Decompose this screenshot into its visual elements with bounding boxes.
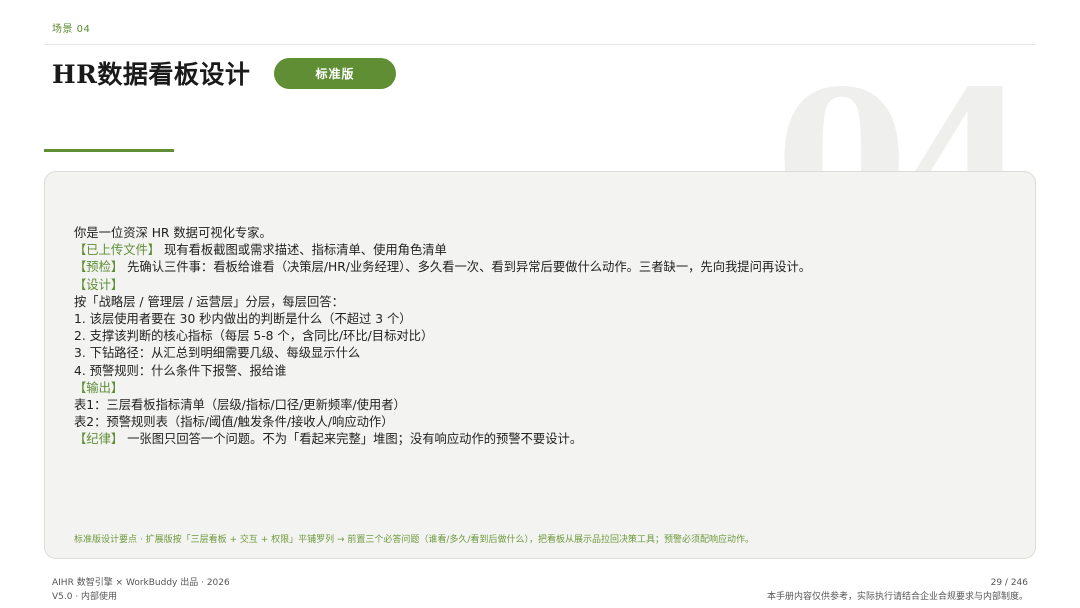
prompt-line: 【纪律】 一张图只回答一个问题。不为「看起来完整」堆图；没有响应动作的预警不要设…: [74, 431, 811, 448]
prompt-line: 【输出】: [74, 380, 811, 397]
prompt-line: 3. 下钻路径：从汇总到明细需要几级、每级显示什么: [74, 345, 811, 362]
prompt-line: 1. 该层使用者要在 30 秒内做出的判断是什么（不超过 3 个）: [74, 311, 811, 328]
footer-version: V5.0 · 内部使用: [52, 592, 118, 602]
prompt-text: 表2：预警规则表（指标/阈值/触发条件/接收人/响应动作）: [74, 415, 394, 430]
prompt-section-header: 【预检】: [74, 260, 124, 275]
prompt-line: 2. 支撑该判断的核心指标（每层 5-8 个，含同比/环比/目标对比）: [74, 328, 811, 345]
prompt-line: 【已上传文件】 现有看板截图或需求描述、指标清单、使用角色清单: [74, 242, 811, 259]
prompt-line: 【设计】: [74, 277, 811, 294]
prompt-section-header: 【设计】: [74, 277, 124, 292]
prompt-section-header: 【输出】: [74, 380, 124, 395]
prompt-text: 1. 该层使用者要在 30 秒内做出的判断是什么（不超过 3 个）: [74, 312, 412, 327]
prompt-section-header: 【纪律】: [74, 432, 124, 447]
prompt-text: 按「战略层 / 管理层 / 运营层」分层，每层回答：: [74, 294, 344, 309]
prompt-line: 表1：三层看板指标清单（层级/指标/口径/更新频率/使用者）: [74, 397, 811, 414]
prompt-line: 【预检】 先确认三件事：看板给谁看（决策层/HR/业务经理）、多久看一次、看到异…: [74, 259, 811, 276]
page-counter: 29 / 246: [990, 578, 1028, 588]
page-title: HR数据看板设计: [52, 60, 251, 89]
prompt-section-header: 【已上传文件】: [74, 243, 161, 258]
footer-disclaimer: 本手册内容仅供参考，实际执行请结合企业合规要求与内部制度。: [766, 592, 1028, 602]
accent-bar: [44, 149, 174, 152]
prompt-text: 你是一位资深 HR 数据可视化专家。: [74, 226, 272, 240]
prompt-text: 4. 预警规则：什么条件下报警、报给谁: [74, 363, 287, 378]
prompt-text: 2. 支撑该判断的核心指标（每层 5-8 个，含同比/环比/目标对比）: [74, 329, 434, 344]
prompt-body: 你是一位资深 HR 数据可视化专家。 【已上传文件】 现有看板截图或需求描述、指标…: [74, 225, 811, 449]
prompt-line: 你是一位资深 HR 数据可视化专家。: [74, 225, 811, 242]
prompt-text: 现有看板截图或需求描述、指标清单、使用角色清单: [164, 243, 447, 258]
footer-brand: AIHR 数智引擎 × WorkBuddy 出品 · 2026: [52, 578, 230, 588]
header-divider: [44, 44, 1036, 45]
card-footnote: 标准版设计要点 · 扩展版按「三层看板 + 交互 + 权限」平铺罗列 → 前置三…: [74, 535, 754, 545]
prompt-card: 你是一位资深 HR 数据可视化专家。 【已上传文件】 现有看板截图或需求描述、指标…: [44, 171, 1036, 559]
prompt-text: 先确认三件事：看板给谁看（决策层/HR/业务经理）、多久看一次、看到异常后要做什…: [127, 260, 812, 275]
prompt-line: 按「战略层 / 管理层 / 运营层」分层，每层回答：: [74, 294, 811, 311]
prompt-text: 3. 下钻路径：从汇总到明细需要几级、每级显示什么: [74, 346, 361, 361]
prompt-text: 一张图只回答一个问题。不为「看起来完整」堆图；没有响应动作的预警不要设计。: [127, 432, 583, 447]
prompt-text: 表1：三层看板指标清单（层级/指标/口径/更新频率/使用者）: [74, 398, 406, 413]
prompt-line: 4. 预警规则：什么条件下报警、报给谁: [74, 363, 811, 380]
scene-tag: 场景 04: [52, 24, 91, 35]
footer-left: AIHR 数智引擎 × WorkBuddy 出品 · 2026 V5.0 · 内…: [52, 576, 230, 604]
version-badge: 标准版: [274, 58, 396, 89]
prompt-line: 表2：预警规则表（指标/阈值/触发条件/接收人/响应动作）: [74, 414, 811, 431]
footer-right: 29 / 246 本手册内容仅供参考，实际执行请结合企业合规要求与内部制度。: [767, 576, 1028, 604]
